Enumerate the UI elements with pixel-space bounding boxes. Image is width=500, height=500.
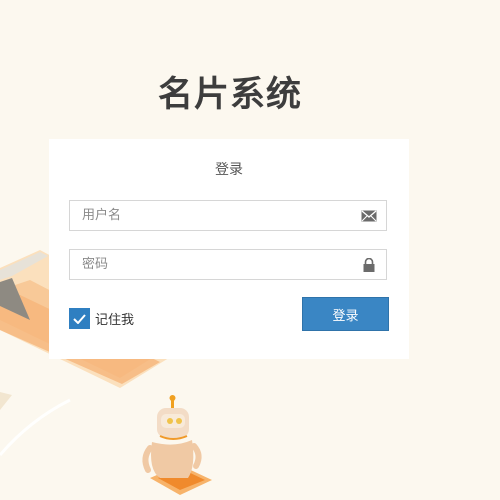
login-card: 登录 记住我 登录: [49, 139, 409, 359]
username-input[interactable]: [70, 201, 352, 230]
robot-illustration: [142, 395, 212, 495]
remember-me-label: 记住我: [95, 313, 135, 328]
password-field: [69, 249, 387, 280]
app-title: 名片系统: [157, 75, 302, 115]
remember-me-checkbox[interactable]: 记住我: [69, 308, 134, 329]
login-button[interactable]: 登录: [302, 297, 389, 331]
envelope-icon: [361, 210, 377, 222]
checkbox-box[interactable]: [69, 308, 90, 329]
login-page: 名片系统 登录 记住我 登录: [0, 0, 500, 500]
lock-icon: [363, 258, 375, 272]
checkmark-icon: [73, 313, 86, 324]
username-field: [69, 200, 387, 231]
password-input[interactable]: [70, 250, 352, 279]
login-heading: 登录: [215, 162, 243, 178]
